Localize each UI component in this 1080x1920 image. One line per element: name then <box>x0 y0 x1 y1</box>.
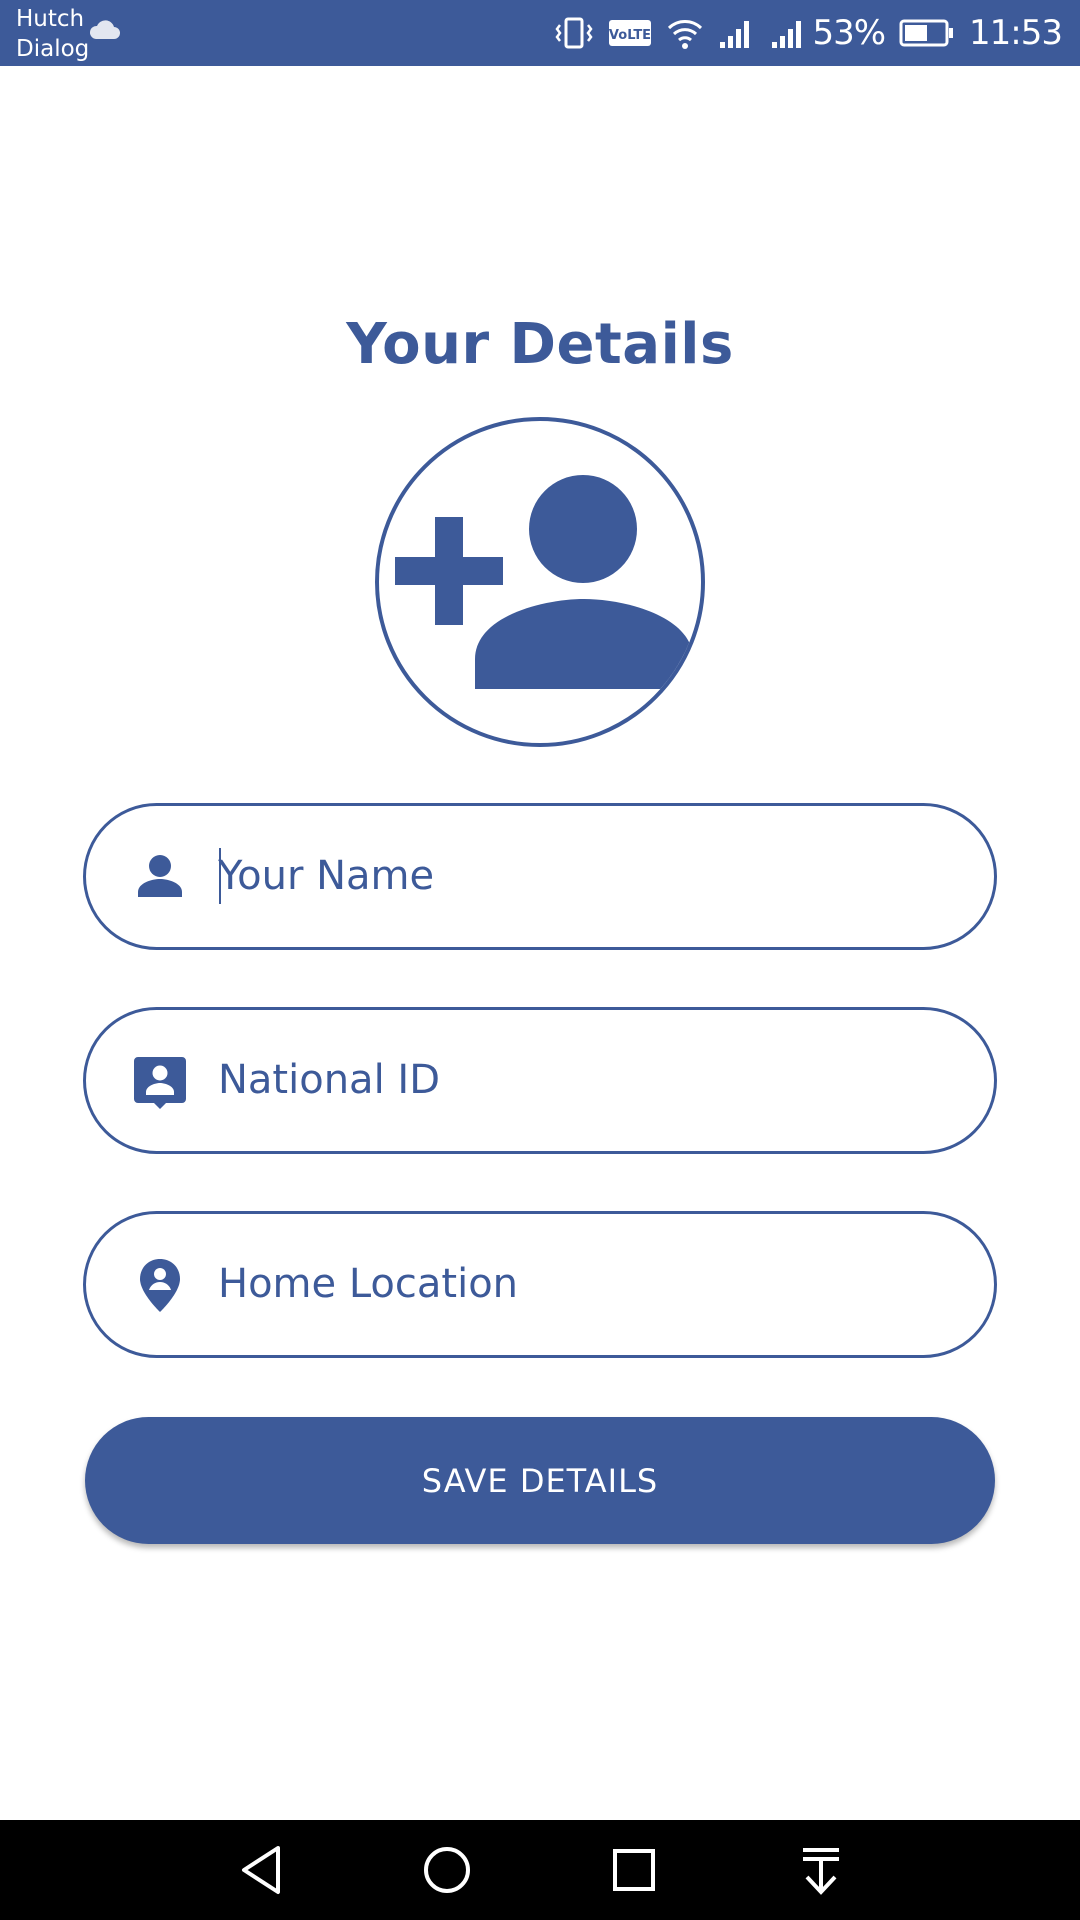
battery-percent: 53% <box>812 13 886 53</box>
national-id-input[interactable] <box>218 1040 938 1120</box>
save-details-button[interactable]: SAVE DETAILS <box>85 1417 995 1544</box>
vibrate-icon <box>555 17 593 49</box>
recents-square-icon[interactable] <box>604 1842 664 1898</box>
add-user-icon <box>395 475 693 689</box>
pull-down-icon[interactable] <box>791 1842 851 1898</box>
back-triangle-icon[interactable] <box>232 1842 292 1898</box>
name-field[interactable] <box>83 803 997 950</box>
contact-card-icon <box>134 1057 186 1109</box>
home-location-field[interactable] <box>83 1211 997 1358</box>
add-photo-avatar[interactable] <box>375 417 705 747</box>
page-title: Your Details <box>346 312 734 377</box>
cloud-icon <box>89 20 120 39</box>
name-input[interactable] <box>218 836 938 916</box>
battery-icon <box>899 19 954 47</box>
carrier-name-1: Hutch <box>16 6 85 32</box>
home-circle-icon[interactable] <box>417 1842 477 1898</box>
location-pin-icon <box>140 1259 180 1312</box>
signal-icon-2 <box>772 21 802 48</box>
person-icon <box>138 855 182 897</box>
home-location-input[interactable] <box>218 1244 938 1324</box>
svg-text:VoLTE: VoLTE <box>609 28 651 43</box>
text-cursor <box>219 848 221 904</box>
signal-icon-1 <box>720 21 750 48</box>
carrier-info: Hutch Dialog <box>16 4 89 64</box>
clock: 11:53 <box>969 13 1063 53</box>
carrier-name-2: Dialog <box>16 36 90 62</box>
navigation-bar <box>0 1820 1080 1920</box>
status-icons: VoLTE 53% 11:53 <box>554 0 1063 66</box>
national-id-field[interactable] <box>83 1007 997 1154</box>
wifi-icon <box>668 20 703 49</box>
status-bar: Hutch Dialog VoLTE 53% 11:53 <box>0 0 1080 66</box>
battery-group: 53% <box>770 13 886 53</box>
volte-icon: VoLTE <box>609 20 652 46</box>
